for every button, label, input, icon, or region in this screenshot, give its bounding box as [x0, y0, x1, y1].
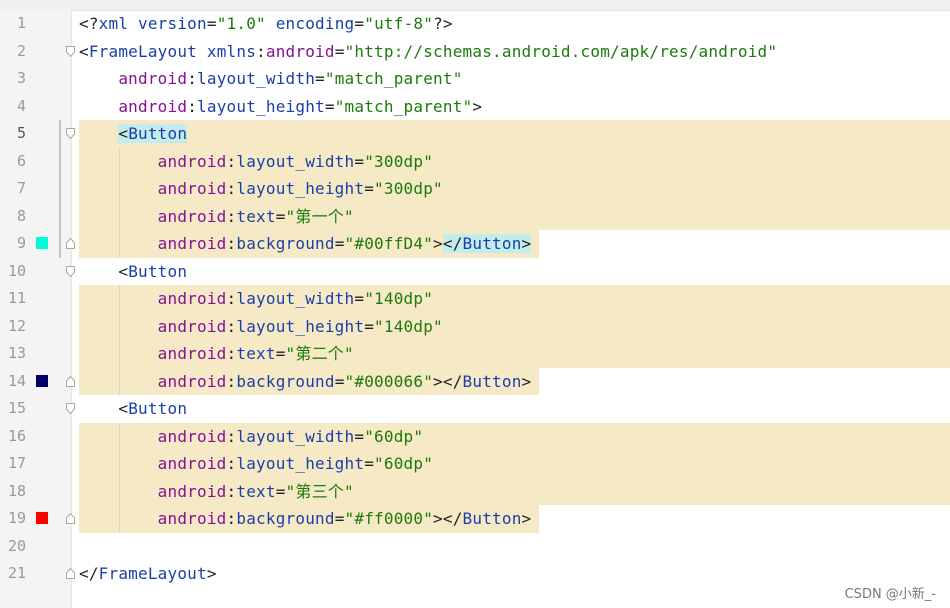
code-line-3[interactable]: 3 android:layout_width="match_parent" [0, 65, 950, 93]
fold-open-icon[interactable] [66, 128, 75, 139]
code-text: <?xml version="1.0" encoding="utf-8"?> [79, 14, 453, 33]
code-text: android:layout_width="match_parent" [118, 69, 463, 88]
fold-close-icon[interactable] [66, 568, 75, 579]
code-line-6[interactable]: 6 android:layout_width="300dp" [0, 147, 950, 175]
line-number: 6 [16, 151, 26, 170]
code-text: android:background="#00ffD4"></Button> [157, 234, 532, 253]
code-line-13[interactable]: 13 android:text="第二个" [0, 340, 950, 368]
line-number: 12 [7, 316, 26, 335]
fold-open-icon[interactable] [66, 45, 75, 57]
line-number: 16 [7, 426, 26, 445]
line-number: 21 [7, 564, 26, 582]
code-line-21[interactable]: 21 </FrameLayout> [0, 560, 950, 588]
code-line-19[interactable]: 19 android:background="#ff0000"></Button… [0, 505, 950, 533]
line-number: 9 [16, 234, 26, 252]
change-marker [59, 175, 61, 203]
change-marker [59, 120, 61, 148]
code-text: android:text="第三个" [157, 481, 354, 501]
change-marker [59, 230, 61, 258]
fold-open-icon[interactable] [66, 265, 75, 277]
code-text: android:text="第二个" [157, 344, 354, 363]
code-line-2[interactable]: 2 <FrameLayout xmlns:android="http://sch… [0, 38, 950, 66]
code-line-8[interactable]: 8 android:text="第一个" [0, 202, 950, 230]
code-text: <Button [118, 399, 188, 418]
change-marker [59, 147, 61, 175]
line-number: 18 [7, 481, 26, 500]
code-line-17[interactable]: 17 android:layout_height="60dp" [0, 450, 950, 478]
code-text: <Button [118, 261, 188, 281]
fold-close-icon[interactable] [66, 513, 75, 524]
code-line-1[interactable]: 1 <?xml version="1.0" encoding="utf-8"?> [0, 10, 950, 38]
line-number: 11 [7, 289, 26, 307]
code-text: <Button [118, 124, 188, 143]
code-text: android:layout_height="60dp" [157, 454, 434, 473]
code-line-11[interactable]: 11 android:layout_width="140dp" [0, 285, 950, 313]
color-swatch-icon[interactable] [36, 237, 48, 249]
code-text: android:background="#000066"></Button> [157, 371, 532, 391]
color-swatch-icon[interactable] [36, 512, 48, 524]
line-number: 2 [16, 41, 26, 60]
code-line-7[interactable]: 7 android:layout_height="300dp" [0, 175, 950, 203]
code-text: android:layout_height="300dp" [157, 179, 443, 198]
line-number: 4 [16, 96, 26, 115]
code-text: <FrameLayout xmlns:android="http://schem… [79, 41, 778, 61]
code-line-18[interactable]: 18 android:text="第三个" [0, 477, 950, 505]
code-line-12[interactable]: 12 android:layout_height="140dp" [0, 312, 950, 340]
line-number: 10 [7, 261, 26, 280]
line-number: 3 [16, 69, 26, 87]
code-line-5[interactable]: 5 <Button [0, 120, 950, 148]
code-text: android:layout_height="match_parent"> [118, 96, 483, 116]
line-number: 17 [7, 454, 26, 472]
change-marker [59, 202, 61, 230]
code-text: android:background="#ff0000"></Button> [157, 509, 532, 528]
fold-close-icon[interactable] [66, 238, 75, 249]
code-line-4[interactable]: 4 android:layout_height="match_parent"> [0, 93, 950, 121]
line-number: 19 [7, 509, 26, 527]
line-number: 8 [16, 206, 26, 225]
line-number: 7 [16, 179, 26, 197]
fold-close-icon[interactable] [66, 375, 75, 387]
code-line-20[interactable]: 20 [0, 533, 950, 561]
watermark: CSDN @小新_- [844, 587, 936, 602]
code-text: android:layout_width="140dp" [157, 289, 434, 308]
code-editor[interactable]: 1 <?xml version="1.0" encoding="utf-8"?>… [0, 10, 950, 608]
code-line-10[interactable]: 10 <Button [0, 258, 950, 286]
color-swatch-icon[interactable] [36, 374, 48, 387]
code-line-14[interactable]: 14 android:background="#000066"></Button… [0, 367, 950, 395]
code-text: android:layout_height="140dp" [157, 316, 443, 336]
code-text: </FrameLayout> [79, 564, 217, 583]
fold-open-icon[interactable] [66, 403, 75, 414]
line-number: 20 [7, 536, 26, 555]
line-number: 15 [7, 399, 26, 417]
line-number: 14 [7, 371, 26, 390]
code-line-16[interactable]: 16 android:layout_width="60dp" [0, 422, 950, 450]
line-number: 13 [7, 344, 26, 362]
code-text: android:layout_width="60dp" [157, 426, 424, 446]
code-text: android:layout_width="300dp" [157, 151, 434, 171]
line-number: 1 [16, 14, 26, 32]
line-number: 5 [16, 124, 26, 142]
code-line-9[interactable]: 9 android:background="#00ffD4"></Button> [0, 230, 950, 258]
code-line-15[interactable]: 15 <Button [0, 395, 950, 423]
code-text: android:text="第一个" [157, 206, 354, 226]
highlight-band [79, 120, 950, 148]
